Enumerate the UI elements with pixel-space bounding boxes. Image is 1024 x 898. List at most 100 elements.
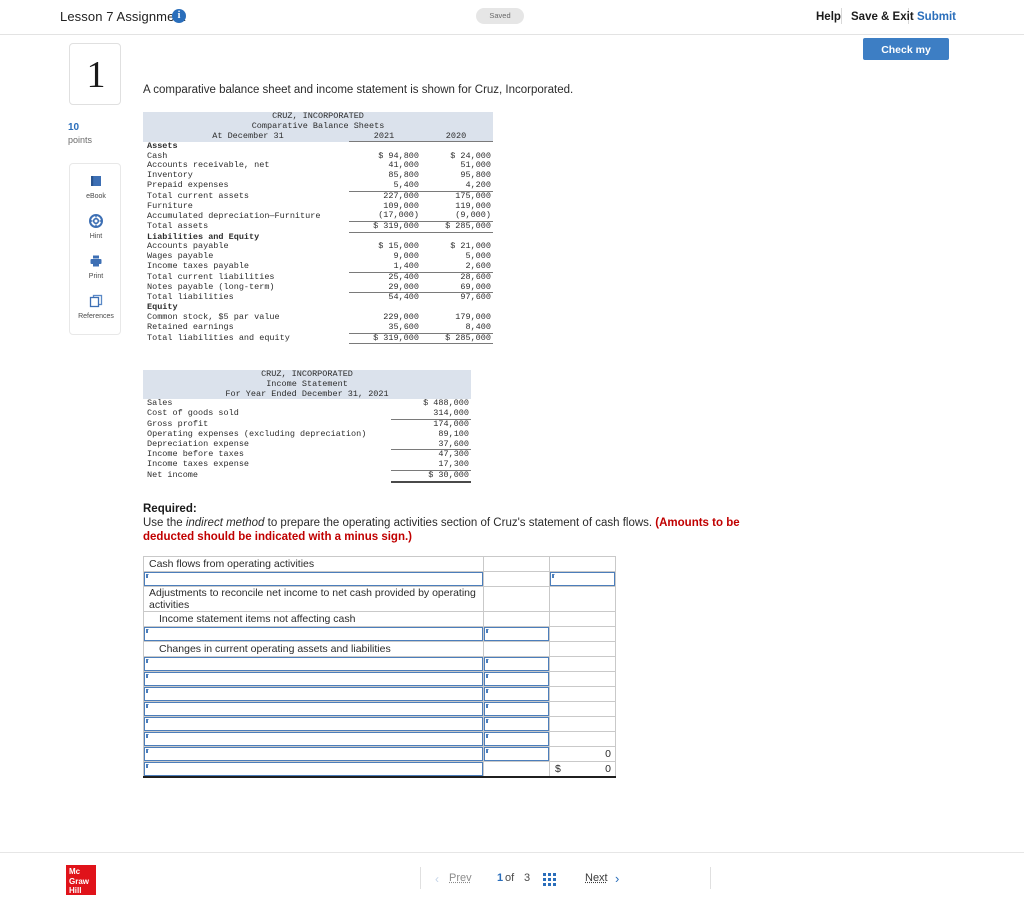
table-row: [143, 671, 616, 687]
required-text-1: Use the: [143, 517, 186, 529]
logo-line-3: Hill: [69, 886, 82, 895]
answer-amount-input-field[interactable]: [484, 717, 549, 731]
help-link[interactable]: Help: [816, 11, 841, 23]
answer-row-label: Cash flows from operating activities: [143, 556, 484, 572]
answer-label-input-field[interactable]: [144, 717, 483, 731]
answer-label-input-field[interactable]: [144, 687, 483, 701]
answer-label-input[interactable]: [143, 761, 484, 778]
divider: [710, 867, 711, 889]
answer-label-input-field[interactable]: [144, 657, 483, 671]
answer-amount-input-field[interactable]: [484, 657, 549, 671]
answer-total-cell: [549, 556, 616, 572]
answer-label-input-field[interactable]: [144, 747, 483, 761]
answer-amount-input[interactable]: [483, 701, 550, 717]
question-prompt: A comparative balance sheet and income s…: [143, 84, 574, 96]
table-row: Retained earnings 35,600 8,400: [143, 322, 493, 334]
answer-amount-input[interactable]: [483, 656, 550, 672]
table-row: For Year Ended December 31, 2021: [143, 389, 471, 400]
row-value: 17,300: [391, 459, 471, 471]
answer-amount-input-field[interactable]: [484, 747, 549, 761]
answer-label-input[interactable]: [143, 746, 484, 762]
answer-label-input[interactable]: [143, 571, 484, 587]
answer-total-value: $0: [549, 761, 616, 778]
answer-amount-input-field[interactable]: [484, 702, 549, 716]
table-row: Income taxes expense 17,300: [143, 459, 471, 471]
prev-page-button[interactable]: Prev: [449, 872, 472, 884]
answer-total-cell: [549, 731, 616, 747]
question-number: 1: [86, 54, 106, 96]
points-label: points: [68, 135, 93, 145]
value-2021: $ 319,000: [349, 332, 421, 345]
top-bar: Lesson 7 Assignment i Saved Help Save & …: [0, 0, 1024, 35]
table-row: Assets: [143, 141, 493, 152]
answer-amount-input-field[interactable]: [484, 672, 549, 686]
answer-label-input-field[interactable]: [144, 762, 483, 776]
table-row: [143, 571, 616, 587]
answer-label-input-field[interactable]: [144, 702, 483, 716]
answer-label-input[interactable]: [143, 731, 484, 747]
ebook-tool-label: eBook: [86, 193, 106, 200]
value-2020: 4,200: [421, 180, 493, 192]
required-instructions: Use the indirect method to prepare the o…: [143, 517, 783, 544]
answer-label-input-field[interactable]: [144, 627, 483, 641]
next-page-button[interactable]: Next: [585, 872, 608, 884]
table-row: Total current liabilities 25,400 28,600: [143, 272, 493, 282]
grid-dot: [548, 878, 551, 881]
answer-label-input-field[interactable]: [144, 572, 483, 586]
answer-label-input[interactable]: [143, 671, 484, 687]
value-2021: (17,000): [349, 210, 421, 223]
answer-label-input[interactable]: [143, 626, 484, 642]
save-and-exit-link[interactable]: Save & Exit: [851, 11, 914, 23]
check-my-work-button[interactable]: Check my work: [863, 38, 949, 78]
row-label: Income taxes expense: [147, 459, 250, 470]
references-tool-button[interactable]: References: [70, 294, 122, 320]
grid-icon[interactable]: [543, 873, 557, 887]
answer-amount-input[interactable]: [483, 686, 550, 702]
table-row: [143, 626, 616, 642]
answer-total-input[interactable]: [549, 571, 616, 587]
table-row: [143, 656, 616, 672]
answer-amount-input[interactable]: [483, 746, 550, 762]
answer-label-input[interactable]: [143, 716, 484, 732]
answer-total-cell: [549, 701, 616, 717]
table-row: Income taxes payable 1,400 2,600: [143, 261, 493, 273]
info-icon[interactable]: i: [172, 9, 186, 23]
answer-amount-cell: [483, 611, 550, 627]
answer-amount-input[interactable]: [483, 626, 550, 642]
answer-total-input-field[interactable]: [550, 572, 615, 586]
grid-dot: [543, 873, 546, 876]
row-value: 37,600: [391, 439, 471, 451]
table-row: Total current assets 227,000 175,000: [143, 191, 493, 201]
value-2021: 1,400: [349, 261, 421, 273]
answer-amount-input-field[interactable]: [484, 732, 549, 746]
print-tool-label: Print: [88, 273, 104, 280]
answer-label-input-field[interactable]: [144, 732, 483, 746]
ebook-tool-button[interactable]: eBook: [70, 174, 122, 200]
divider: [841, 8, 842, 24]
column-header-2020: 2020: [421, 131, 493, 143]
answer-amount-input[interactable]: [483, 716, 550, 732]
required-heading: Required:: [143, 503, 197, 515]
value-2020: $ 285,000: [421, 332, 493, 345]
answer-label-input-field[interactable]: [144, 672, 483, 686]
answer-amount-input-field[interactable]: [484, 627, 549, 641]
print-tool-button[interactable]: Print: [70, 254, 122, 280]
table-row: Adjustments to reconcile net income to n…: [143, 586, 616, 612]
submit-link[interactable]: Submit: [917, 11, 956, 23]
chevron-right-icon[interactable]: ›: [615, 871, 619, 886]
value-2021: 5,400: [349, 180, 421, 192]
answer-label-input[interactable]: [143, 701, 484, 717]
answer-label-input[interactable]: [143, 686, 484, 702]
answer-amount-input[interactable]: [483, 731, 550, 747]
tool-rail: eBook Hint Print References: [69, 163, 121, 335]
answer-label-input[interactable]: [143, 656, 484, 672]
answer-amount-input-field[interactable]: [484, 687, 549, 701]
logo-line-2: Graw: [69, 876, 90, 886]
table-row: [143, 716, 616, 732]
column-header-2021: 2021: [349, 131, 421, 143]
row-label: Accumulated depreciation—Furniture: [147, 210, 321, 221]
answer-amount-input[interactable]: [483, 671, 550, 687]
answer-total-cell: [549, 716, 616, 732]
hint-tool-button[interactable]: Hint: [70, 214, 122, 240]
table-row: 0: [143, 746, 616, 762]
